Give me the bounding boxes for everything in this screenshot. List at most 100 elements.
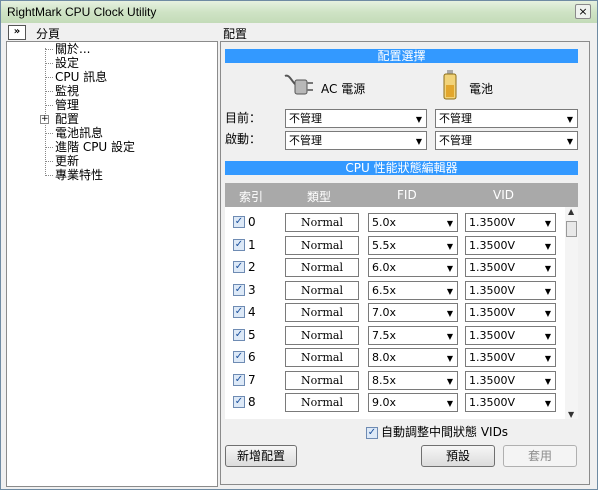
tree-item-update[interactable]: 更新	[55, 154, 79, 168]
apply-button[interactable]: 套用	[503, 445, 577, 467]
vid-dropdown[interactable]: 1.3500V ▼	[465, 370, 556, 390]
tabs-panel: » 分頁 + 關於... 設定 CPU 訊息 監視 管理 配置 電池訊息 進階 …	[6, 25, 218, 487]
row-type: Normal	[285, 325, 359, 345]
tree-connector	[45, 91, 53, 92]
chevron-down-icon: ▼	[415, 115, 422, 124]
vid-dropdown[interactable]: 1.3500V ▼	[465, 393, 556, 412]
row-enable-checkbox[interactable]: ✓	[233, 396, 245, 408]
tree-connector	[45, 147, 53, 148]
panel-title: 配置	[223, 27, 248, 41]
tree-item-about[interactable]: 關於...	[55, 42, 90, 56]
navigation-tree: + 關於... 設定 CPU 訊息 監視 管理 配置 電池訊息 進階 CPU 設…	[6, 41, 218, 487]
vid-dropdown[interactable]: 1.3500V ▼	[465, 235, 556, 255]
chevron-down-icon: ▼	[446, 354, 453, 363]
dropdown-value: 5.5x	[372, 238, 397, 252]
row-enable-checkbox[interactable]: ✓	[233, 373, 245, 386]
dropdown-value: 1.3500V	[469, 373, 516, 387]
dropdown-value: 不管理	[439, 134, 472, 147]
chevron-down-icon: ▼	[544, 331, 551, 341]
chevron-down-icon: ▼	[544, 399, 551, 408]
close-button[interactable]: ×	[575, 4, 591, 19]
row-enable-checkbox[interactable]: ✓	[233, 261, 245, 273]
startup-ac-dropdown[interactable]: 不管理 ▼	[285, 131, 427, 150]
dropdown-value: 7.0x	[372, 306, 397, 319]
auto-adjust-checkbox[interactable]: ✓	[366, 426, 378, 439]
column-fid: FID	[397, 188, 417, 202]
tree-item-battery-info[interactable]: 電池訊息	[55, 126, 103, 140]
tree-item-advanced-cpu[interactable]: 進階 CPU 設定	[55, 140, 135, 154]
row-enable-checkbox[interactable]: ✓	[233, 351, 245, 363]
vid-dropdown[interactable]: 1.3500V ▼	[465, 348, 556, 367]
table-row: ✓ 1 Normal 5.5x ▼ 1.3500V ▼	[225, 235, 565, 257]
ac-power-label: AC 電源	[321, 82, 366, 96]
chevron-down-icon: ▼	[446, 219, 453, 228]
scroll-down-icon[interactable]: ▼	[568, 410, 574, 419]
current-battery-dropdown[interactable]: 不管理 ▼	[435, 109, 578, 128]
tree-connector	[45, 105, 53, 106]
vid-dropdown[interactable]: 1.3500V ▼	[465, 258, 556, 277]
battery-icon	[443, 70, 457, 103]
vid-dropdown[interactable]: 1.3500V ▼	[465, 325, 556, 345]
chevron-down-icon: ▼	[446, 331, 453, 341]
row-index: 5	[248, 327, 256, 342]
dropdown-value: 1.3500V	[469, 216, 516, 229]
row-enable-checkbox[interactable]: ✓	[233, 306, 245, 318]
add-profile-button[interactable]: 新增配置	[225, 445, 297, 467]
startup-battery-dropdown[interactable]: 不管理 ▼	[435, 131, 578, 150]
default-button[interactable]: 預設	[421, 445, 495, 467]
tree-item-monitor[interactable]: 監視	[55, 84, 79, 98]
window-title: RightMark CPU Clock Utility	[7, 5, 157, 19]
pstate-editor-header: CPU 性能狀態編輯器	[225, 161, 578, 175]
chevron-down-icon: ▼	[544, 376, 551, 386]
scroll-up-icon[interactable]: ▲	[568, 207, 574, 216]
grid-scrollbar[interactable]: ▲ ▼	[565, 207, 578, 419]
fid-dropdown[interactable]: 9.0x ▼	[368, 393, 458, 412]
vid-dropdown[interactable]: 1.3500V ▼	[465, 213, 556, 232]
row-index: 4	[248, 305, 256, 319]
row-enable-checkbox[interactable]: ✓	[233, 283, 245, 296]
tree-item-cpu-info[interactable]: CPU 訊息	[55, 70, 107, 84]
dropdown-value: 不管理	[439, 112, 472, 125]
row-index: 8	[248, 395, 256, 409]
fid-dropdown[interactable]: 6.5x ▼	[368, 280, 458, 300]
dropdown-value: 1.3500V	[469, 306, 516, 319]
vid-dropdown[interactable]: 1.3500V ▼	[465, 303, 556, 322]
pstate-grid: 索引 類型 FID VID ✓ 0 Normal 5.0x ▼ 1.3500V	[225, 183, 578, 419]
title-bar[interactable]: RightMark CPU Clock Utility ×	[1, 1, 597, 23]
tree-item-pro-features[interactable]: 專業特性	[55, 168, 103, 182]
dropdown-value: 1.3500V	[469, 238, 516, 252]
fid-dropdown[interactable]: 5.5x ▼	[368, 235, 458, 255]
fid-dropdown[interactable]: 7.0x ▼	[368, 303, 458, 322]
row-index: 2	[248, 260, 256, 274]
fid-dropdown[interactable]: 8.5x ▼	[368, 370, 458, 390]
chevron-down-icon: ▼	[544, 219, 551, 228]
table-row: ✓ 4 Normal 7.0x ▼ 1.3500V ▼	[225, 302, 565, 324]
vid-dropdown[interactable]: 1.3500V ▼	[465, 280, 556, 300]
dropdown-value: 不管理	[289, 112, 322, 125]
auto-adjust-option[interactable]: ✓ 自動調整中間狀態 VIDs	[366, 423, 508, 440]
dropdown-value: 1.3500V	[469, 283, 516, 297]
tree-item-management[interactable]: 管理	[55, 98, 79, 112]
fid-dropdown[interactable]: 6.0x ▼	[368, 258, 458, 277]
fid-dropdown[interactable]: 5.0x ▼	[368, 213, 458, 232]
row-enable-checkbox[interactable]: ✓	[233, 216, 245, 228]
row-index: 3	[248, 282, 256, 297]
scroll-thumb[interactable]	[566, 221, 577, 237]
dropdown-value: 6.0x	[372, 261, 397, 274]
dropdown-value: 不管理	[289, 134, 322, 147]
chevron-down-icon: ▼	[415, 137, 422, 146]
row-enable-checkbox[interactable]: ✓	[233, 328, 245, 341]
ac-plug-icon	[283, 70, 317, 105]
table-row: ✓ 3 Normal 6.5x ▼ 1.3500V ▼	[225, 280, 565, 302]
expand-icon[interactable]: +	[40, 115, 49, 124]
fid-dropdown[interactable]: 8.0x ▼	[368, 348, 458, 367]
row-enable-checkbox[interactable]: ✓	[233, 238, 245, 251]
row-type: Normal	[285, 393, 359, 412]
tree-item-settings[interactable]: 設定	[55, 56, 79, 70]
tree-connector	[45, 49, 53, 50]
fid-dropdown[interactable]: 7.5x ▼	[368, 325, 458, 345]
collapse-panel-button[interactable]: »	[8, 25, 26, 40]
row-type: Normal	[285, 348, 359, 367]
tree-item-profiles[interactable]: 配置	[55, 112, 79, 126]
current-ac-dropdown[interactable]: 不管理 ▼	[285, 109, 427, 128]
